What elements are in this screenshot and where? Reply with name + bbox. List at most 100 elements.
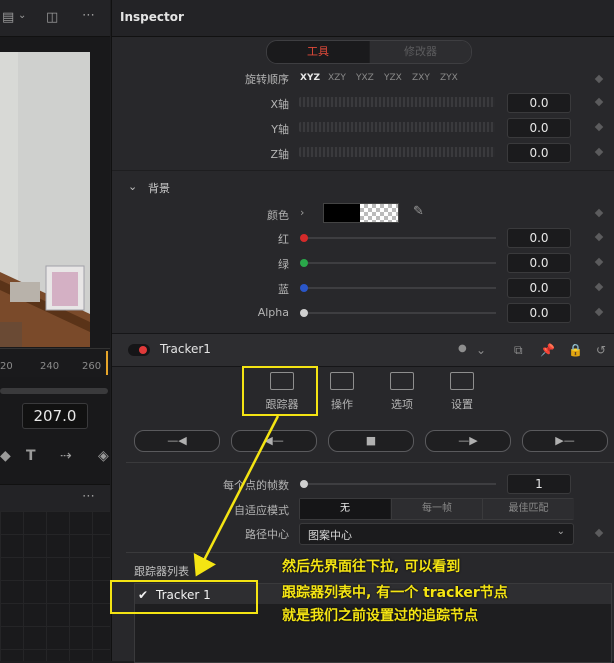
red-slider-handle[interactable] (300, 234, 308, 242)
rotation-option-xzy[interactable]: XZY (328, 73, 346, 83)
green-slider[interactable] (304, 262, 496, 264)
stop-button[interactable]: ■ (328, 430, 414, 452)
node-header: Tracker1 ● ⌄ ⧉ 📌 🔒 ↺ (112, 334, 614, 367)
node-enable-toggle[interactable] (128, 344, 150, 356)
alpha-value[interactable]: 0.0 (507, 303, 571, 323)
green-slider-handle[interactable] (300, 259, 308, 267)
tracker-tab-highlight (242, 366, 318, 416)
color-swatch[interactable] (323, 203, 399, 223)
z-axis-slider[interactable] (299, 147, 495, 157)
rotation-option-yxz[interactable]: YXZ (356, 73, 374, 83)
adaptive-mode-label: 自适应模式 (234, 504, 289, 517)
tab-options[interactable]: 选项 (372, 372, 432, 412)
tab-operation[interactable]: 操作 (312, 372, 372, 412)
viewer-mode-icon[interactable]: ▤ (2, 10, 14, 25)
track-backward-step-button[interactable]: ◀— (231, 430, 317, 452)
adaptive-mode-switch[interactable]: 无 每一帧 最佳匹配 (299, 498, 574, 520)
rotation-option-xyz[interactable]: XYZ (300, 73, 320, 83)
node-editor-grid[interactable] (0, 511, 110, 661)
red-slider[interactable] (304, 237, 496, 239)
pin-icon[interactable]: 📌 (540, 343, 555, 357)
blue-slider[interactable] (304, 287, 496, 289)
timeline-ruler[interactable]: 20 240 260 (0, 348, 110, 377)
reset-icon[interactable]: ↺ (596, 343, 606, 357)
shape-tool-icon[interactable]: ◆ (0, 448, 18, 466)
adaptive-option-every-frame[interactable]: 每一帧 (391, 499, 482, 519)
node-editor-header: ⋯ (0, 484, 110, 512)
eyedropper-icon[interactable]: ✎ (413, 204, 424, 219)
chevron-down-icon[interactable]: ⌄ (476, 343, 486, 357)
keyframe-icon[interactable] (594, 307, 604, 317)
keyframe-icon[interactable] (594, 528, 604, 538)
path-center-dropdown[interactable]: 图案中心 ⌄ (299, 523, 574, 545)
frames-per-point-slider[interactable] (304, 483, 496, 485)
tab-modifiers[interactable]: 修改器 (370, 41, 471, 63)
adaptive-option-none[interactable]: 无 (300, 499, 390, 519)
lock-icon[interactable]: 🔒 (568, 343, 583, 357)
ruler-tick: 260 (82, 361, 102, 372)
node-color-icon[interactable]: ● (458, 343, 467, 354)
chevron-right-icon[interactable]: › (300, 206, 304, 219)
track-backward-button[interactable]: —◀ (134, 430, 220, 452)
adaptive-option-best-match[interactable]: 最佳匹配 (482, 499, 574, 519)
chevron-down-icon: ⌄ (556, 526, 565, 537)
z-axis-label: Z轴 (270, 148, 289, 161)
y-axis-label: Y轴 (271, 123, 289, 136)
toggle-knob (139, 346, 147, 354)
background-section-label[interactable]: 背景 (148, 180, 170, 196)
playhead[interactable] (106, 351, 108, 375)
keyframe-icon[interactable] (594, 74, 604, 84)
checkmark-icon[interactable]: ✔ (138, 588, 148, 602)
keyframe-icon[interactable] (594, 97, 604, 107)
keyframe-icon[interactable] (594, 122, 604, 132)
annotation-line: 跟踪器列表中, 有一个 tracker节点 (282, 585, 508, 601)
alpha-slider-handle[interactable] (300, 309, 308, 317)
blue-slider-handle[interactable] (300, 284, 308, 292)
green-value[interactable]: 0.0 (507, 253, 571, 273)
blue-value[interactable]: 0.0 (507, 278, 571, 298)
more-options-icon[interactable]: ⋯ (82, 8, 95, 23)
tab-settings[interactable]: 设置 (432, 372, 492, 412)
track-forward-button[interactable]: ▶— (522, 430, 608, 452)
rotation-option-zxy[interactable]: ZXY (412, 73, 430, 83)
track-forward-step-button[interactable]: —▶ (425, 430, 511, 452)
path-center-label: 路径中心 (245, 528, 289, 541)
red-value[interactable]: 0.0 (507, 228, 571, 248)
video-frame (0, 52, 90, 347)
more-options-icon[interactable]: ⋯ (82, 489, 95, 504)
chevron-down-icon[interactable]: ⌄ (18, 10, 26, 21)
x-axis-value[interactable]: 0.0 (507, 93, 571, 113)
ruler-tick: 20 (0, 361, 13, 372)
chevron-down-icon[interactable]: ⌄ (128, 180, 137, 193)
rotation-option-zyx[interactable]: ZYX (440, 73, 458, 83)
timecode-field[interactable]: 207.0 (22, 403, 88, 429)
frames-per-point-handle[interactable] (300, 480, 308, 488)
keyframe-icon[interactable] (594, 208, 604, 218)
tracker-item-name: Tracker 1 (156, 588, 211, 602)
keyframe-icon[interactable] (594, 257, 604, 267)
keyframe-icon[interactable] (594, 282, 604, 292)
path-center-value: 图案中心 (308, 529, 352, 542)
z-axis-value[interactable]: 0.0 (507, 143, 571, 163)
rotation-option-yzx[interactable]: YZX (384, 73, 402, 83)
scrub-bar[interactable] (0, 388, 108, 394)
text-tool-icon[interactable]: T (26, 448, 44, 466)
color-label: 颜色 (267, 209, 289, 222)
frames-per-point-value[interactable]: 1 (507, 474, 571, 494)
track-forward-step-icon: —▶ (458, 434, 478, 447)
x-axis-slider[interactable] (299, 97, 495, 107)
tab-tools[interactable]: 工具 (267, 41, 369, 63)
tab-settings-label: 设置 (451, 398, 473, 411)
alpha-slider[interactable] (304, 312, 496, 314)
versions-icon[interactable]: ⧉ (514, 343, 523, 358)
divider (126, 552, 614, 553)
split-view-icon[interactable]: ◫ (46, 10, 58, 25)
transform-tool-icon[interactable]: ⇢ (60, 448, 78, 466)
tab-options-label: 选项 (391, 398, 413, 411)
y-axis-slider[interactable] (299, 122, 495, 132)
keyframe-icon[interactable] (594, 232, 604, 242)
keyframe-icon[interactable] (594, 147, 604, 157)
tools-modifiers-switch[interactable]: 工具 修改器 (266, 40, 472, 64)
y-axis-value[interactable]: 0.0 (507, 118, 571, 138)
list-item[interactable]: ✔ Tracker 1 (112, 582, 256, 612)
